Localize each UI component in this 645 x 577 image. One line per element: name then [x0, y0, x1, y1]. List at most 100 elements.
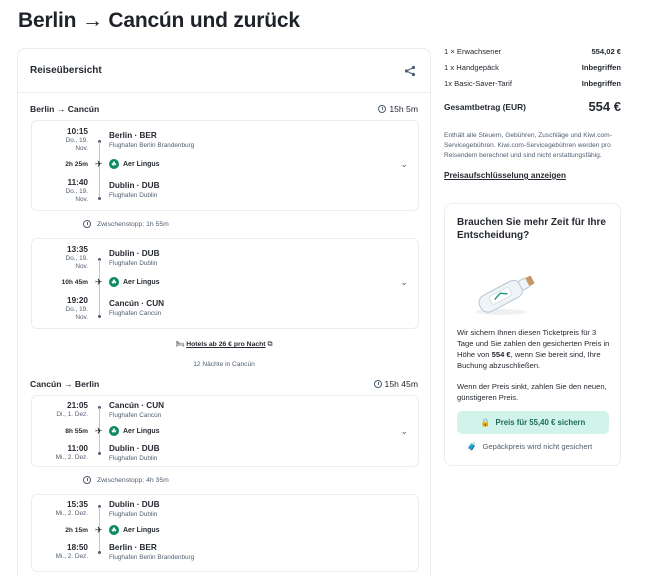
- summary-label: 1 × Erwachsener: [444, 47, 502, 56]
- layover-outbound: Zwischenstopp: 1h 55m: [83, 220, 169, 228]
- summary-value: Inbegriffen: [581, 63, 621, 72]
- arr-month: Nov.: [75, 196, 88, 203]
- plane-icon: ✈: [95, 277, 103, 287]
- summary-label: 1 x Handgepäck: [444, 63, 499, 72]
- outbound-segment-2[interactable]: 13:35 Do., 19. Nov. Dublin · DUB Flughaf…: [31, 238, 419, 329]
- dep-month: Nov.: [75, 263, 88, 270]
- chevron-down-icon[interactable]: ⌄: [400, 159, 408, 170]
- aer-lingus-logo-icon: ☘: [109, 277, 119, 287]
- dep-time: 10:15: [67, 127, 88, 136]
- price-lock-text: Wir sichern Ihnen diesen Ticketpreis für…: [457, 327, 613, 371]
- summary-value: Inbegriffen: [581, 79, 621, 88]
- dep-date: Do., 19.: [65, 137, 88, 144]
- aer-lingus-logo-icon: ☘: [109, 426, 119, 436]
- dep-place: Berlin · BER: [109, 131, 157, 140]
- baggage-note: 🧳 Gepäckpreis wird nicht gesichert: [467, 442, 592, 451]
- dep-month: Nov.: [75, 145, 88, 152]
- timeline-line: [99, 260, 100, 316]
- timeline-dot: [98, 315, 101, 318]
- lock-price-button[interactable]: 🔒 Preis für 55,40 € sichern: [457, 411, 609, 434]
- price-lock-price: 554 €: [491, 350, 511, 359]
- layover-text: Zwischenstopp: 1h 55m: [97, 220, 169, 228]
- dep-time: 15:35: [67, 500, 88, 509]
- plane-icon: ✈: [95, 525, 103, 535]
- arr-time: 11:00: [67, 444, 89, 453]
- hotels-link[interactable]: Hotels ab 26 € pro Nacht: [186, 341, 265, 348]
- airline-name: Aer Lingus: [123, 427, 160, 435]
- summary-label: 1x Basic-Saver-Tarif: [444, 79, 512, 88]
- arr-time: 18:50: [67, 543, 88, 552]
- airline: ☘ Aer Lingus: [109, 426, 160, 436]
- arr-place-block: Cancún · CUN Flughafen Cancún: [109, 299, 164, 318]
- message-bottle-illustration: [475, 275, 535, 315]
- dep-place: Cancún · CUN: [109, 401, 165, 410]
- inbound-duration: 15h 45m: [373, 379, 418, 389]
- outbound-title: Berlin → Cancún: [30, 104, 100, 114]
- arr-date: Mi., 2. Dez.: [55, 454, 88, 461]
- timeline-dot: [98, 551, 101, 554]
- dep-date: Mi., 2. Dez.: [55, 510, 88, 517]
- trip-overview-label: Reiseübersicht: [30, 65, 102, 76]
- chevron-down-icon[interactable]: ⌄: [400, 426, 408, 437]
- dep-place: Dublin · DUB: [109, 249, 160, 258]
- outbound-segment-1[interactable]: 10:15 Do., 19. Nov. Berlin · BER Flughaf…: [31, 120, 419, 211]
- bed-icon: 🛏: [175, 341, 185, 348]
- baggage-note-text: Gepäckpreis wird nicht gesichert: [482, 442, 593, 451]
- clock-icon: [378, 105, 387, 113]
- arr-airport: Flughafen Dublin: [109, 455, 158, 462]
- dep-time-block: 10:15 Do., 19. Nov.: [38, 127, 88, 153]
- timeline-line: [99, 142, 100, 198]
- hotels-price: 26 €: [218, 341, 232, 348]
- inbound-segment-2[interactable]: 15:35 Mi., 2. Dez. Dublin · DUB Flughafe…: [31, 494, 419, 572]
- airline-name: Aer Lingus: [123, 526, 160, 534]
- dep-place-block: Dublin · DUB Flughafen Dublin: [109, 249, 159, 268]
- total-row: Gesamtbetrag (EUR) 554 €: [444, 99, 621, 114]
- summary-row-fare: 1x Basic-Saver-Tarif Inbegriffen: [444, 79, 621, 88]
- arr-date: Mi., 2. Dez.: [55, 553, 88, 560]
- price-drop-text: Wenn der Preis sinkt, zahlen Sie den neu…: [457, 382, 607, 402]
- layover-text: Zwischenstopp: 4h 35m: [97, 476, 169, 484]
- airline: ☘ Aer Lingus: [109, 525, 160, 535]
- share-icon[interactable]: [404, 65, 416, 77]
- clock-icon: [83, 476, 91, 484]
- arr-time-block: 11:00 Mi., 2. Dez.: [38, 444, 88, 462]
- arr-date: Do., 19.: [65, 306, 88, 313]
- trip-overview-card: Reiseübersicht Berlin → Cancún 15h 5m 10…: [17, 48, 431, 577]
- price-breakdown-link[interactable]: Preisaufschlüsselung anzeigen: [444, 171, 566, 180]
- dep-place: Dublin · DUB: [109, 500, 160, 509]
- total-label: Gesamtbetrag (EUR): [444, 101, 526, 112]
- dep-airport: Flughafen Cancún: [109, 412, 162, 419]
- dep-place-block: Dublin · DUB Flughafen Dublin: [109, 500, 159, 519]
- hotels-prefix: Hotels ab: [186, 341, 217, 348]
- total-value: 554 €: [588, 99, 621, 114]
- summary-value: 554,02 €: [591, 47, 621, 56]
- flight-duration: 2h 25m: [65, 161, 88, 168]
- dep-time: 13:35: [67, 245, 88, 254]
- clock-icon: [83, 220, 91, 228]
- summary-row-bag: 1 x Handgepäck Inbegriffen: [444, 63, 621, 72]
- external-link-icon[interactable]: ⧉: [267, 341, 272, 348]
- summary-row-adult: 1 × Erwachsener 554,02 €: [444, 47, 621, 56]
- inbound-duration-text: 15h 45m: [384, 379, 418, 389]
- chevron-down-icon[interactable]: ⌄: [400, 277, 408, 288]
- outbound-duration-text: 15h 5m: [389, 104, 418, 114]
- trip-overview-header: Reiseübersicht: [18, 49, 430, 93]
- nights-text: 12 Nächte in Cancún: [193, 361, 255, 368]
- aer-lingus-logo-icon: ☘: [109, 525, 119, 535]
- arr-month: Nov.: [75, 314, 88, 321]
- dep-time: 21:05: [67, 401, 88, 410]
- price-note: Enthält alle Steuern, Gebühren, Zuschläg…: [444, 132, 612, 159]
- arr-time: 11:40: [67, 178, 89, 187]
- baggage-icon: 🧳: [467, 442, 477, 451]
- aer-lingus-logo-icon: ☘: [109, 159, 119, 169]
- arr-place: Dublin · DUB: [109, 181, 160, 190]
- plane-icon: ✈: [95, 159, 103, 169]
- arr-airport: Flughafen Cancún: [109, 310, 162, 317]
- arr-place-block: Berlin · BER Flughafen Berlin Brandenbur…: [109, 543, 194, 562]
- inbound-title: Cancún → Berlin: [30, 379, 100, 389]
- airline-name: Aer Lingus: [123, 160, 160, 168]
- timeline-dot: [98, 197, 101, 200]
- inbound-segment-1[interactable]: 21:05 Di., 1. Dez. Cancún · CUN Flughafe…: [31, 395, 419, 467]
- arr-place: Cancún · CUN: [109, 299, 165, 308]
- dep-date: Do., 19.: [65, 255, 88, 262]
